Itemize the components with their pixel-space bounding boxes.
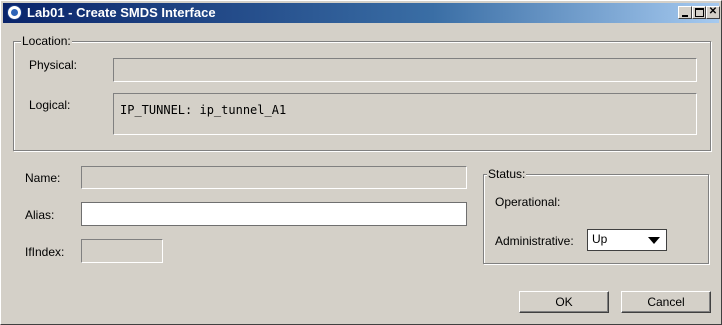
logical-value: IP_TUNNEL: ip_tunnel_A1 bbox=[120, 103, 287, 117]
location-legend: Location: bbox=[21, 34, 72, 48]
logical-field: IP_TUNNEL: ip_tunnel_A1 bbox=[113, 93, 697, 135]
chevron-down-icon bbox=[648, 237, 660, 244]
title-bar[interactable]: Lab01 - Create SMDS Interface ✕ bbox=[3, 3, 720, 23]
status-legend: Status: bbox=[487, 167, 527, 181]
maximize-button[interactable] bbox=[692, 6, 706, 19]
close-button[interactable]: ✕ bbox=[706, 6, 720, 19]
ifindex-field bbox=[81, 239, 163, 263]
name-field bbox=[81, 166, 467, 189]
administrative-label: Administrative: bbox=[495, 234, 574, 248]
alias-label: Alias: bbox=[25, 208, 55, 222]
physical-field bbox=[113, 58, 697, 82]
minimize-button[interactable] bbox=[678, 6, 692, 19]
physical-label: Physical: bbox=[29, 58, 78, 72]
name-label: Name: bbox=[25, 171, 61, 185]
cancel-button[interactable]: Cancel bbox=[621, 291, 711, 313]
window-title: Lab01 - Create SMDS Interface bbox=[27, 5, 216, 20]
app-icon bbox=[7, 5, 22, 20]
ifindex-label: IfIndex: bbox=[25, 245, 65, 259]
logical-label: Logical: bbox=[29, 98, 71, 112]
alias-input[interactable] bbox=[81, 202, 467, 226]
administrative-select[interactable]: Up bbox=[587, 229, 667, 251]
ok-button[interactable]: OK bbox=[519, 291, 609, 313]
operational-label: Operational: bbox=[495, 195, 561, 209]
dialog-window: Lab01 - Create SMDS Interface ✕ Location… bbox=[0, 0, 722, 325]
administrative-value: Up bbox=[592, 232, 608, 246]
